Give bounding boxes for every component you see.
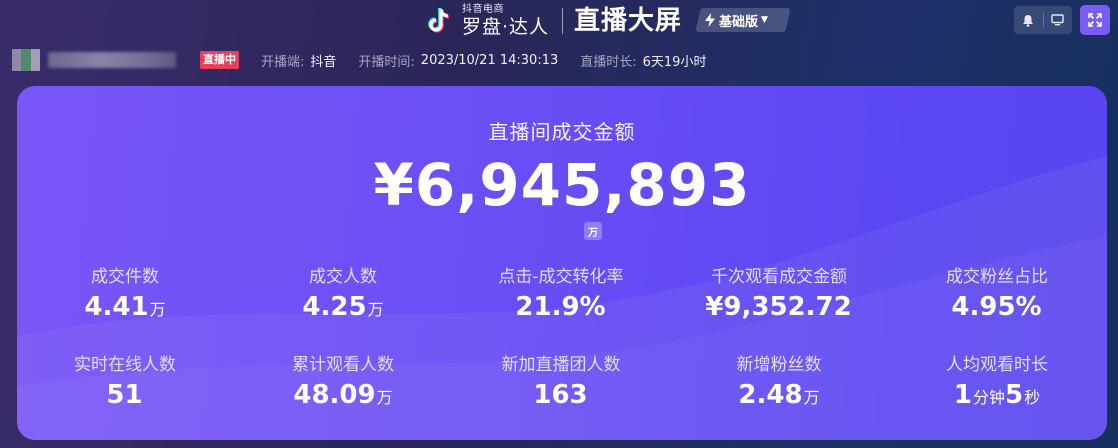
- metric-fan-ratio: 成交粉丝占比 4.95%: [888, 266, 1106, 326]
- tiktok-logo-icon: [428, 7, 450, 33]
- metric-online-users: 实时在线人数 51: [17, 354, 234, 414]
- platform-value: 抖音: [310, 54, 337, 70]
- metric-gpm: 千次观看成交金额 ¥9,352.72: [670, 266, 888, 326]
- metric-value: 48.09万: [293, 380, 393, 410]
- metric-label: 实时在线人数: [74, 355, 176, 375]
- metric-avg-watch-time: 人均观看时长 1分钟5秒: [888, 354, 1106, 414]
- brand-logo: 抖音电商 罗盘·达人: [424, 3, 549, 39]
- metric-buyer-count: 成交人数 4.25万: [234, 266, 452, 326]
- avatar: [12, 49, 40, 71]
- metric-label: 点击-成交转化率: [498, 267, 624, 287]
- metric-label: 成交人数: [309, 267, 377, 287]
- metric-new-fan-club: 新加直播团人数 163: [452, 354, 670, 414]
- metric-value: 2.48万: [738, 380, 820, 410]
- start-time-value: 2023/10/21 14:30:13: [420, 52, 559, 68]
- version-dropdown[interactable]: 基础版 ▼: [705, 8, 768, 32]
- metric-order-count: 成交件数 4.41万: [17, 266, 234, 326]
- notification-button[interactable]: [1014, 6, 1043, 34]
- live-info-bar: 直播中 开播端: 抖音 开播时间: 2023/10/21 14:30:13 直播…: [12, 48, 706, 72]
- display-button[interactable]: [1044, 6, 1073, 34]
- metric-label: 成交粉丝占比: [946, 267, 1048, 287]
- gmv-title: 直播间成交金额: [488, 120, 636, 144]
- metric-value: 51: [106, 380, 143, 410]
- metric-value: 4.25万: [302, 292, 384, 322]
- brand-name: 罗盘·达人: [462, 16, 550, 38]
- metric-value: 1分钟5秒: [953, 380, 1041, 410]
- metric-label: 累计观看人数: [292, 355, 394, 375]
- top-header: 抖音电商 罗盘·达人 直播大屏 基础版 ▼: [0, 0, 1118, 42]
- fullscreen-icon: [1088, 13, 1102, 27]
- metric-value: 21.9%: [515, 292, 606, 322]
- header-divider: [562, 8, 563, 34]
- gmv-value: ¥6,945,893: [373, 151, 751, 219]
- duration-value: 6天19小时: [642, 54, 707, 70]
- metric-total-viewers: 累计观看人数 48.09万: [234, 354, 452, 414]
- metric-label: 新增粉丝数: [736, 355, 822, 375]
- bell-icon: [1023, 14, 1034, 27]
- metric-conversion-rate: 点击-成交转化率 21.9%: [452, 266, 670, 326]
- metric-label: 新加直播团人数: [501, 355, 621, 375]
- live-status-badge: 直播中: [200, 51, 239, 69]
- metric-value: ¥9,352.72: [705, 292, 852, 322]
- bolt-icon: [705, 13, 715, 27]
- gmv-card: 直播间成交金额 ¥6,945,893 万 成交件数 4.41万 成交人数 4.2…: [17, 86, 1107, 440]
- caret-down-icon: ▼: [761, 15, 768, 25]
- unit-toggle-chip[interactable]: 万: [584, 222, 602, 240]
- header-tool-group: [1014, 6, 1072, 34]
- start-time-label: 开播时间:: [358, 54, 415, 70]
- metric-label: 人均观看时长: [946, 355, 1048, 375]
- metric-label: 千次观看成交金额: [711, 267, 847, 287]
- anchor-name-blurred: [48, 52, 176, 68]
- monitor-icon: [1051, 14, 1064, 26]
- fullscreen-button[interactable]: [1080, 5, 1110, 35]
- platform-label: 开播端:: [261, 54, 305, 70]
- metric-label: 成交件数: [91, 267, 159, 287]
- page-title: 直播大屏: [574, 6, 683, 36]
- metric-value: 4.95%: [951, 292, 1042, 322]
- metric-value: 4.41万: [84, 292, 166, 322]
- metric-value: 163: [533, 380, 588, 410]
- duration-label: 直播时长:: [580, 54, 637, 70]
- brand-subtitle: 抖音电商: [462, 4, 504, 15]
- metric-new-followers: 新增粉丝数 2.48万: [670, 354, 888, 414]
- version-label: 基础版: [719, 14, 759, 30]
